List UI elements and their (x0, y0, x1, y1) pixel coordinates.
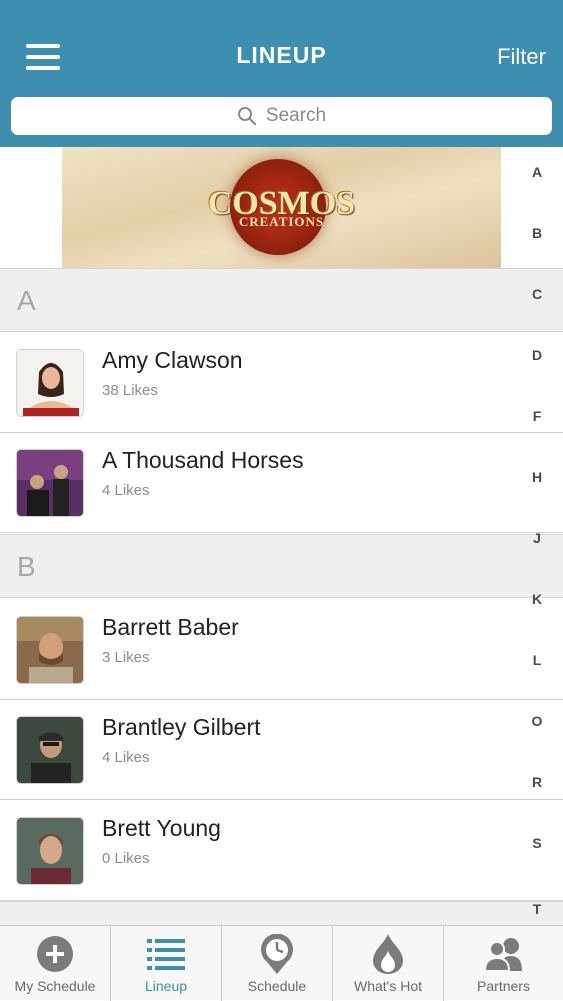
tab-label: Partners (477, 978, 530, 994)
index-letter[interactable]: J (526, 530, 548, 546)
tab-label: My Schedule (14, 978, 96, 994)
banner-logo-subtext: CREATIONS (238, 214, 325, 229)
artist-likes: 3 Likes (102, 649, 150, 666)
index-letter[interactable]: L (526, 652, 548, 668)
index-letter[interactable]: T (526, 901, 548, 917)
index-letter[interactable]: F (526, 408, 548, 424)
artist-row-a-thousand-horses[interactable]: A Thousand Horses 4 Likes (0, 433, 563, 533)
search-icon (237, 107, 256, 126)
list-icon (111, 934, 221, 974)
artist-name: Brantley Gilbert (102, 714, 261, 740)
artist-name: Brett Young (102, 815, 221, 841)
artist-name: A Thousand Horses (102, 447, 304, 473)
artist-likes: 0 Likes (102, 850, 150, 867)
artist-name: Amy Clawson (102, 347, 243, 373)
people-icon (444, 934, 563, 974)
artist-photo (16, 616, 84, 684)
tab-label: Schedule (247, 978, 307, 994)
tab-label: What's Hot (353, 978, 423, 994)
index-letter[interactable]: A (526, 164, 548, 180)
index-letter[interactable]: D (526, 347, 548, 363)
banner-container: COSMOS CREATIONS (0, 147, 563, 268)
page-title: LINEUP (236, 42, 327, 68)
filter-button[interactable]: Filter (497, 44, 546, 70)
sponsor-banner[interactable]: COSMOS CREATIONS (62, 147, 501, 268)
artist-photo (16, 716, 84, 784)
tab-schedule[interactable]: Schedule (222, 926, 333, 1001)
app-header: LINEUP Filter Search (0, 0, 563, 147)
artist-row-barrett-baber[interactable]: Barrett Baber 3 Likes (0, 600, 563, 700)
tab-partners[interactable]: Partners (444, 926, 563, 1001)
bottom-tab-bar: My Schedule Lineup Schedule What's Hot P… (0, 925, 563, 1001)
artist-name: Barrett Baber (102, 614, 239, 640)
index-letter[interactable]: H (526, 469, 548, 485)
section-letter: A (17, 285, 36, 316)
artist-likes: 4 Likes (102, 482, 150, 499)
artist-likes: 4 Likes (102, 749, 150, 766)
artist-row-brantley-gilbert[interactable]: Brantley Gilbert 4 Likes (0, 700, 563, 800)
section-header-b: B (0, 534, 563, 598)
artist-likes: 38 Likes (102, 382, 158, 399)
index-letter[interactable]: B (526, 225, 548, 241)
index-letter[interactable]: K (526, 591, 548, 607)
search-input[interactable]: Search (11, 97, 552, 135)
artist-photo (16, 817, 84, 885)
flame-icon (333, 934, 443, 974)
index-letter[interactable]: C (526, 286, 548, 302)
clock-pin-icon (222, 934, 332, 974)
add-circle-icon (0, 934, 110, 974)
index-letter[interactable]: R (526, 774, 548, 790)
artist-photo (16, 449, 84, 517)
section-letter: B (17, 551, 36, 582)
section-header-a: A (0, 268, 563, 332)
tab-my-schedule[interactable]: My Schedule (0, 926, 111, 1001)
artist-row-brett-young[interactable]: Brett Young 0 Likes (0, 801, 563, 901)
artist-row-amy-clawson[interactable]: Amy Clawson 38 Likes (0, 333, 563, 433)
artist-photo (16, 349, 84, 417)
tab-label: Lineup (144, 978, 188, 994)
index-letter[interactable]: O (526, 713, 548, 729)
search-placeholder: Search (265, 105, 327, 126)
tab-lineup[interactable]: Lineup (111, 926, 222, 1001)
tab-whats-hot[interactable]: What's Hot (333, 926, 444, 1001)
index-letter[interactable]: S (526, 835, 548, 851)
